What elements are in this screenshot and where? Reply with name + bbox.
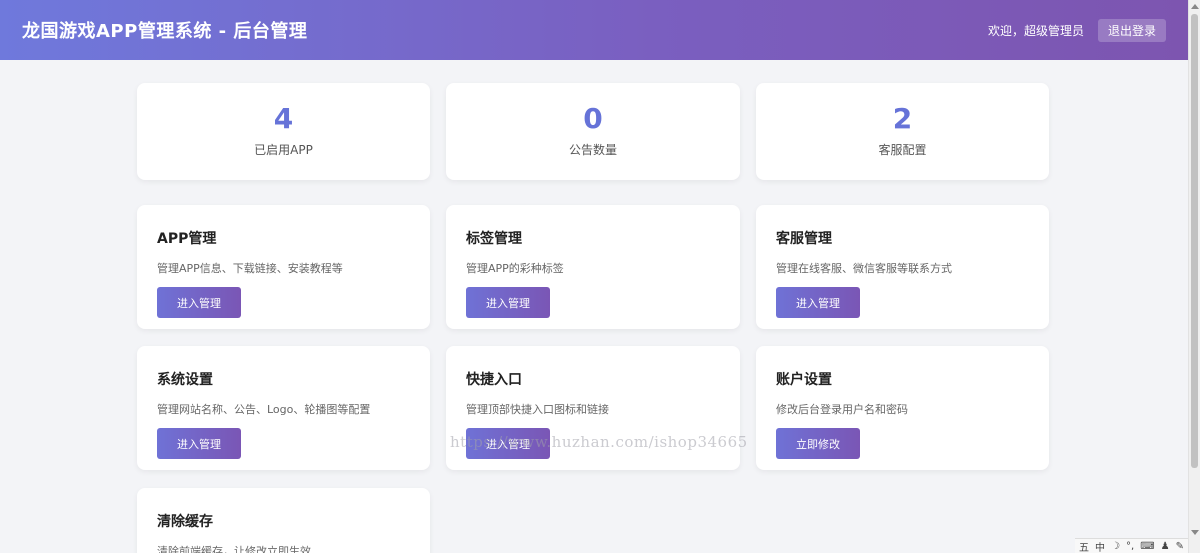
user-area: 欢迎，超级管理员 退出登录 bbox=[987, 18, 1166, 42]
punctuation-icon[interactable]: °, bbox=[1126, 541, 1134, 552]
module-title: 快捷入口 bbox=[466, 372, 522, 388]
module-title: 清除缓存 bbox=[157, 514, 213, 530]
enter-system-settings-button[interactable]: 进入管理 bbox=[157, 428, 241, 459]
stat-label: 公告数量 bbox=[568, 143, 617, 157]
module-card-settings: 系统设置 管理网站名称、公告、Logo、轮播图等配置 进入管理 bbox=[137, 346, 430, 470]
module-title: 账户设置 bbox=[776, 372, 832, 388]
stat-card-service: 2 客服配置 bbox=[756, 83, 1049, 180]
module-desc: 修改后台登录用户名和密码 bbox=[776, 403, 908, 416]
modify-account-button[interactable]: 立即修改 bbox=[776, 428, 860, 459]
moon-icon[interactable]: ☽ bbox=[1111, 541, 1120, 552]
enter-tag-management-button[interactable]: 进入管理 bbox=[466, 287, 550, 318]
enter-app-management-button[interactable]: 进入管理 bbox=[157, 287, 241, 318]
module-card-shortcuts: 快捷入口 管理顶部快捷入口图标和链接 进入管理 bbox=[446, 346, 740, 470]
user-icon[interactable]: ♟ bbox=[1161, 541, 1170, 552]
module-desc: 管理顶部快捷入口图标和链接 bbox=[466, 403, 609, 416]
stat-value: 4 bbox=[273, 102, 294, 135]
stat-value: 0 bbox=[583, 102, 603, 135]
module-desc: 管理在线客服、微信客服等联系方式 bbox=[776, 262, 952, 275]
scrollbar-thumb[interactable] bbox=[1191, 14, 1198, 468]
module-title: APP管理 bbox=[157, 231, 217, 247]
scroll-down-icon[interactable] bbox=[1191, 530, 1199, 535]
module-title: 系统设置 bbox=[157, 372, 213, 388]
module-desc: 管理APP的彩种标签 bbox=[466, 262, 564, 275]
top-header: 龙国游戏APP管理系统 - 后台管理 欢迎，超级管理员 退出登录 bbox=[0, 0, 1188, 60]
keyboard-icon[interactable]: ⌨ bbox=[1140, 541, 1154, 552]
stat-label: 已启用APP bbox=[254, 143, 313, 157]
page-title: 龙国游戏APP管理系统 - 后台管理 bbox=[22, 21, 308, 42]
module-title: 标签管理 bbox=[466, 231, 522, 247]
stat-label: 客服配置 bbox=[878, 143, 927, 157]
ime-tray: 五 中 ☽ °, ⌨ ♟ ✎ bbox=[1075, 538, 1188, 553]
enter-service-management-button[interactable]: 进入管理 bbox=[776, 287, 860, 318]
logout-button[interactable]: 退出登录 bbox=[1098, 18, 1166, 42]
page-scrollbar[interactable] bbox=[1188, 0, 1200, 553]
welcome-text: 欢迎，超级管理员 bbox=[987, 23, 1084, 38]
module-card-account: 账户设置 修改后台登录用户名和密码 立即修改 bbox=[756, 346, 1049, 470]
module-desc: 管理APP信息、下载链接、安装教程等 bbox=[157, 262, 343, 275]
stat-value: 2 bbox=[892, 102, 913, 135]
module-desc: 管理网站名称、公告、Logo、轮播图等配置 bbox=[157, 403, 371, 416]
ime-mode-icon[interactable]: 五 bbox=[1079, 539, 1089, 553]
stat-card-announcements: 0 公告数量 bbox=[446, 83, 740, 180]
module-card-clear-cache: 清除缓存 清除前端缓存，让修改立即生效 bbox=[137, 488, 430, 553]
module-card-service: 客服管理 管理在线客服、微信客服等联系方式 进入管理 bbox=[756, 205, 1049, 329]
wrench-icon[interactable]: ✎ bbox=[1176, 541, 1184, 552]
enter-shortcut-management-button[interactable]: 进入管理 bbox=[466, 428, 550, 459]
scroll-up-icon[interactable] bbox=[1191, 4, 1199, 9]
module-card-app: APP管理 管理APP信息、下载链接、安装教程等 进入管理 bbox=[137, 205, 430, 329]
module-desc: 清除前端缓存，让修改立即生效 bbox=[157, 545, 311, 553]
module-card-tags: 标签管理 管理APP的彩种标签 进入管理 bbox=[446, 205, 740, 329]
ime-language-icon[interactable]: 中 bbox=[1095, 539, 1105, 553]
module-title: 客服管理 bbox=[776, 231, 832, 247]
stat-card-apps: 4 已启用APP bbox=[137, 83, 430, 180]
